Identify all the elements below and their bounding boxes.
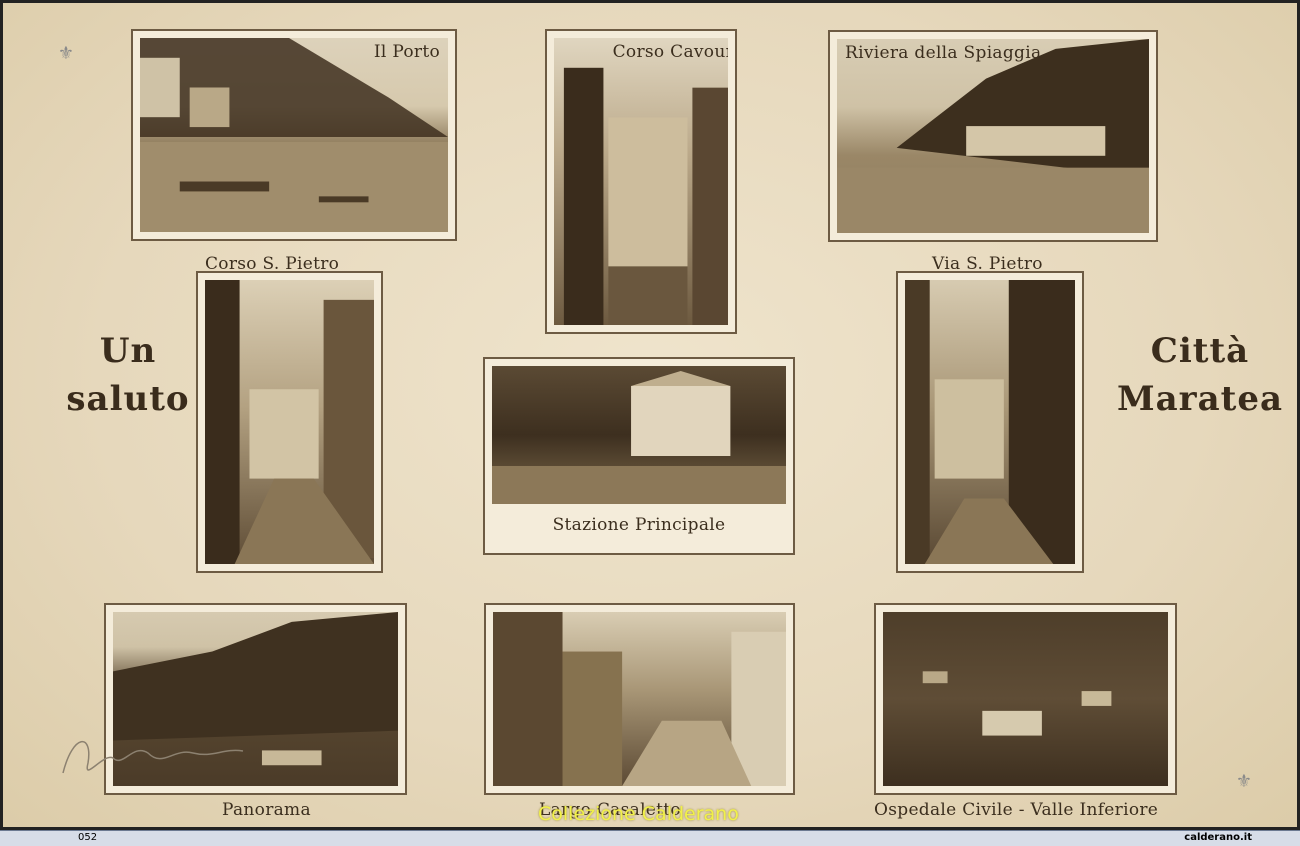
photo-corso-s-pietro	[196, 271, 383, 573]
greeting-word: Città	[1150, 331, 1250, 371]
greeting-word: Un	[99, 331, 157, 371]
postcard: ⚜ ⚜ Il Porto Corso S. Pietro Corso Cavou…	[0, 0, 1300, 830]
photo-caption: Il Porto	[373, 42, 440, 62]
watermark: Collezione Calderano	[538, 803, 739, 825]
valley-image	[883, 612, 1168, 786]
station-image	[492, 366, 786, 504]
crest-icon: ⚜	[57, 43, 75, 64]
coast-image: Riviera della Spiaggia	[837, 39, 1149, 233]
site-link[interactable]: calderano.it	[1184, 832, 1252, 843]
footer-bar: 052 calderano.it	[0, 830, 1300, 846]
photo-ospedale	[874, 603, 1177, 795]
greeting-right: Città Maratea	[1111, 328, 1289, 423]
photo-riviera: Riviera della Spiaggia	[828, 30, 1158, 242]
greeting-word: saluto	[66, 378, 190, 419]
square-image	[493, 612, 786, 786]
photo-corso-cavour: Corso Cavour	[545, 29, 737, 334]
photo-caption: Stazione Principale	[552, 515, 726, 535]
photo-il-porto: Il Porto	[131, 29, 457, 241]
greeting-left: Un saluto	[58, 328, 198, 423]
crest-icon: ⚜	[1235, 771, 1253, 792]
signature	[62, 741, 244, 774]
photo-stazione: Stazione Principale	[483, 357, 795, 555]
harbor-image: Il Porto	[140, 38, 448, 232]
photo-largo-casaletto	[484, 603, 795, 795]
photo-via-s-pietro	[896, 271, 1084, 573]
street-image: Corso Cavour	[554, 38, 728, 325]
photo-caption: Corso Cavour	[612, 42, 728, 62]
street-image	[905, 280, 1075, 564]
image-number: 052	[78, 832, 98, 843]
photo-caption: Panorama	[222, 800, 311, 820]
street-image	[205, 280, 374, 564]
photo-caption: Ospedale Civile - Valle Inferiore	[874, 800, 1159, 820]
greeting-word: Maratea	[1117, 378, 1283, 419]
photo-caption: Riviera della Spiaggia	[845, 43, 1042, 63]
